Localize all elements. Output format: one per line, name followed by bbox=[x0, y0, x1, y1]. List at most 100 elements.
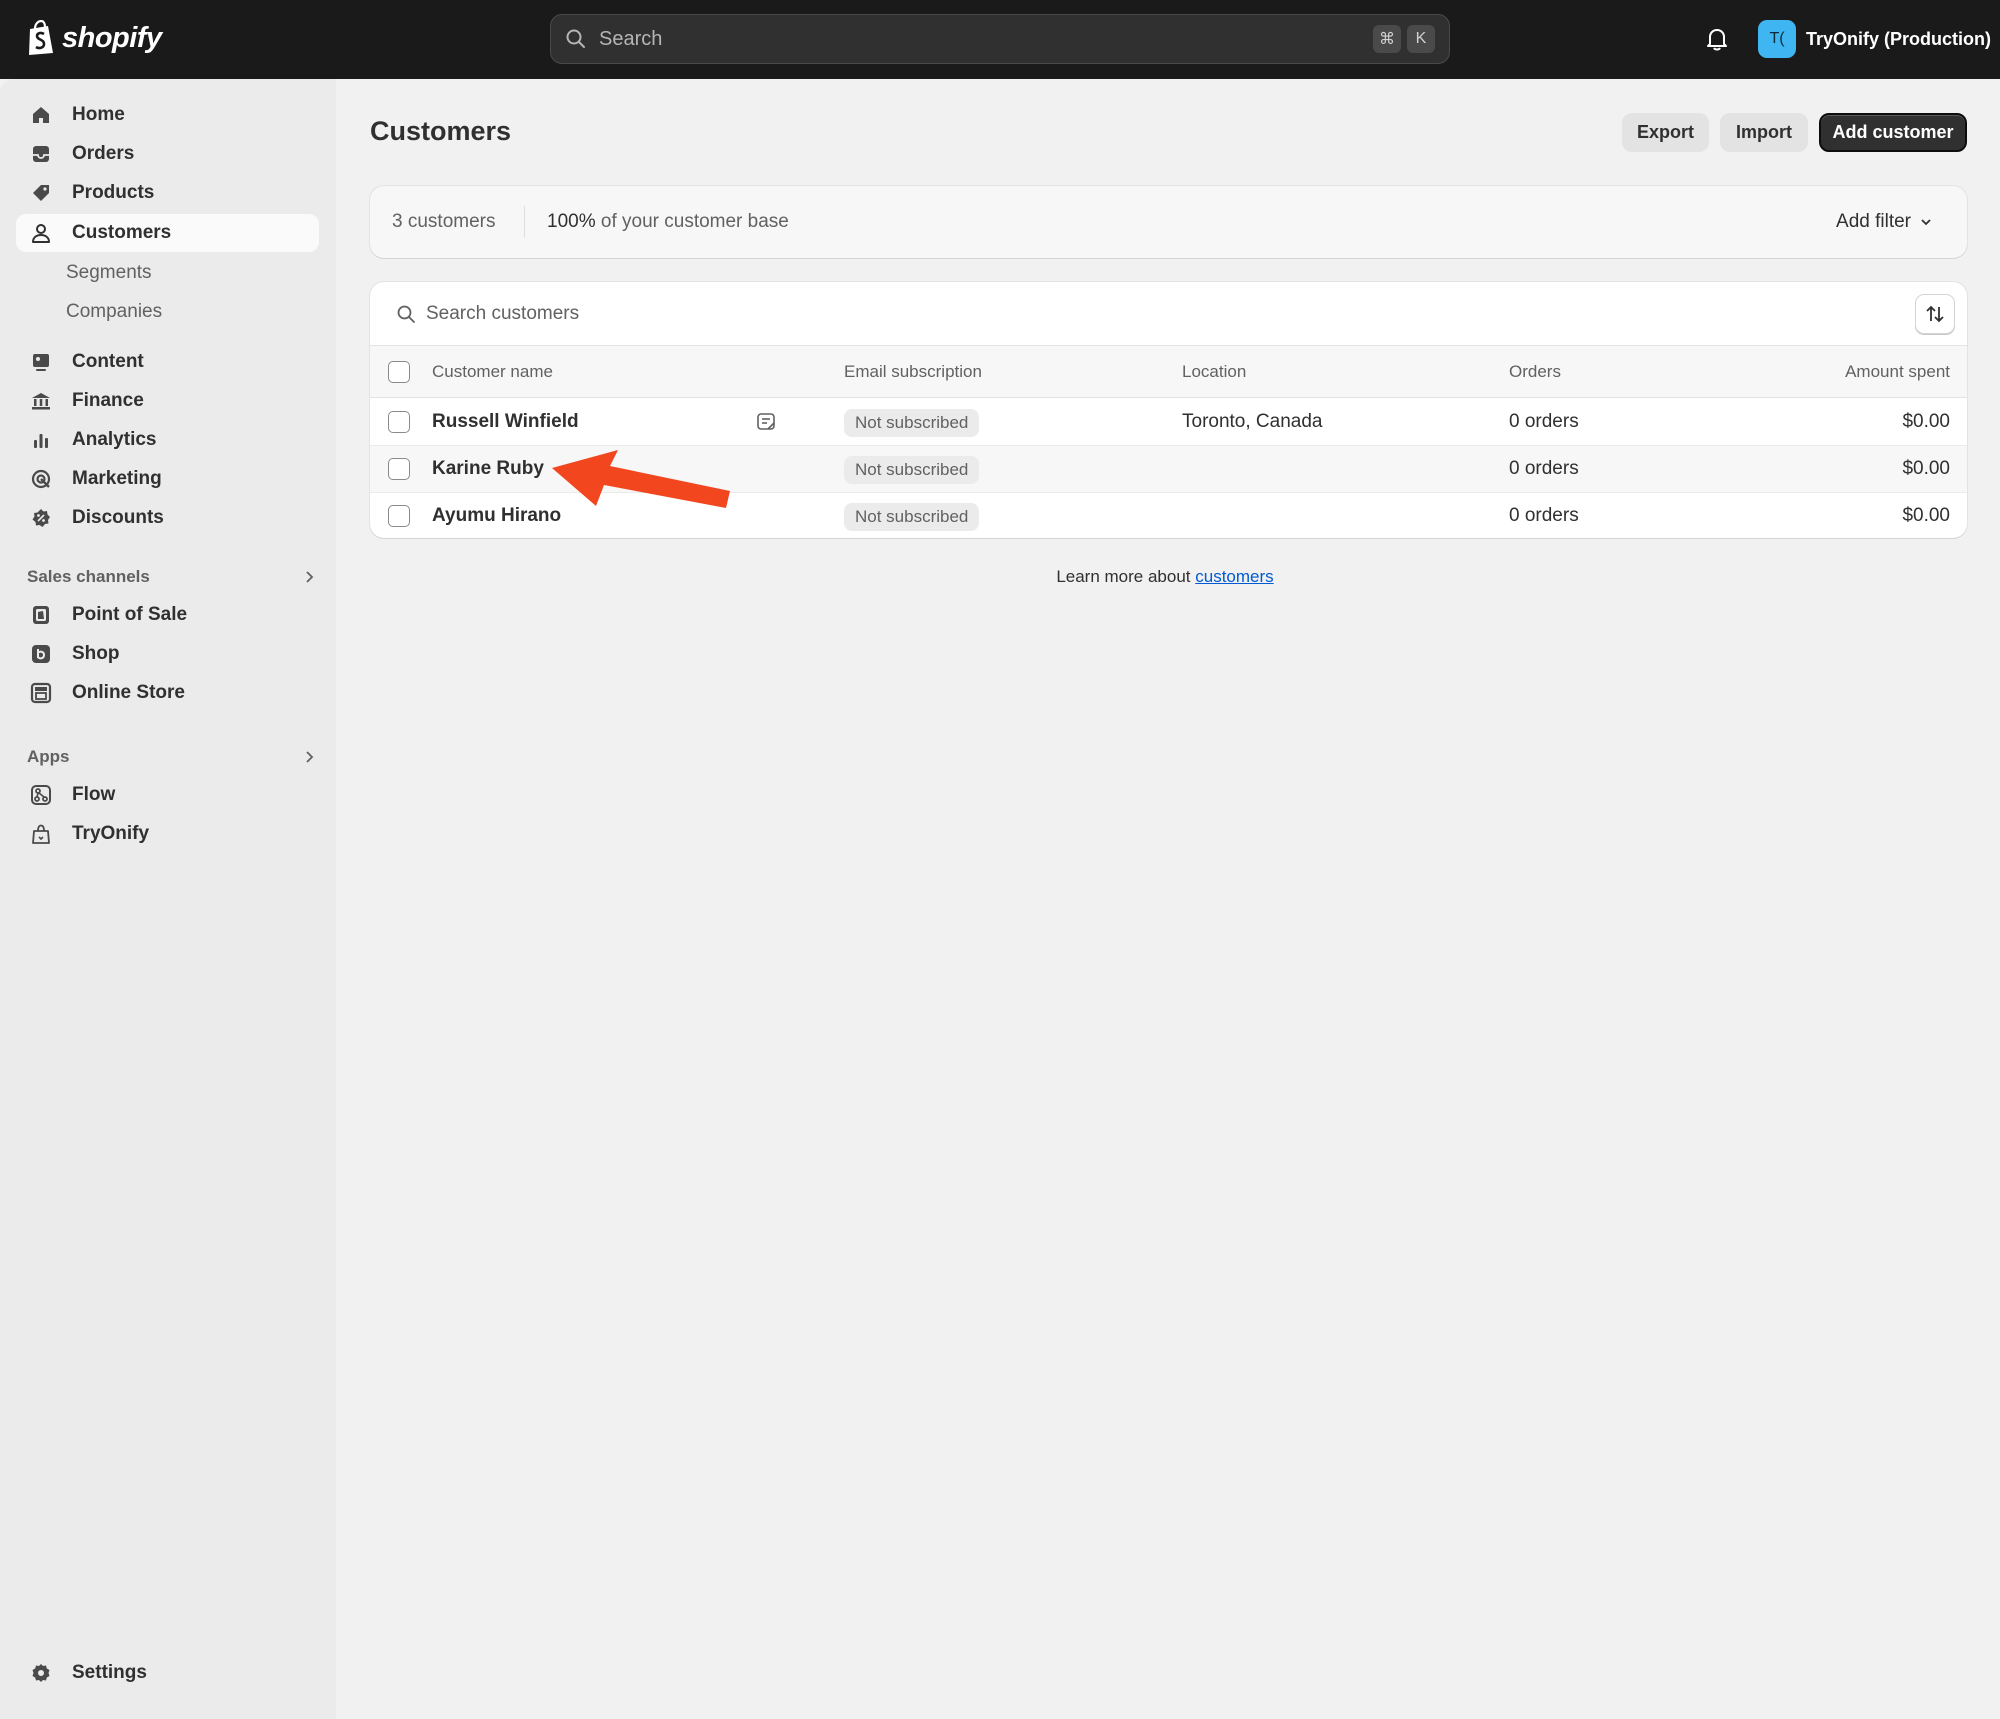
search-icon bbox=[397, 305, 415, 323]
learn-more-footer: Learn more about customers bbox=[0, 567, 2000, 587]
customer-summary-bar: 3 customers 100% of your customer base A… bbox=[370, 186, 1967, 258]
search-placeholder: Search bbox=[599, 27, 663, 50]
customer-base-percentage: 100% of your customer base bbox=[547, 211, 789, 233]
store-switcher[interactable]: T( TryOnify (Production) bbox=[1758, 20, 1991, 58]
sidebar-item-content[interactable]: Content bbox=[16, 343, 319, 381]
subscription-badge: Not subscribed bbox=[844, 409, 980, 437]
row-checkbox[interactable] bbox=[388, 505, 410, 527]
summary-divider bbox=[524, 206, 525, 238]
sidebar-item-flow[interactable]: Flow bbox=[16, 776, 319, 814]
sidebar-item-label: Orders bbox=[72, 143, 135, 164]
row-checkbox[interactable] bbox=[388, 411, 410, 433]
learn-more-text: Learn more about bbox=[1056, 567, 1191, 586]
sidebar-item-label: Products bbox=[72, 182, 155, 203]
tag-icon bbox=[33, 185, 49, 201]
sidebar-subitem-companies[interactable]: Companies bbox=[66, 301, 162, 323]
base-percent-value: 100% bbox=[547, 211, 596, 232]
add-filter-button[interactable]: Add filter bbox=[1836, 211, 1933, 233]
add-customer-button[interactable]: Add customer bbox=[1819, 113, 1967, 152]
search-icon bbox=[566, 29, 585, 48]
sidebar: Home Orders Products Customers Segments … bbox=[0, 79, 336, 1719]
top-bar: shopify Search ⌘ K T( TryOnify (Producti… bbox=[0, 0, 2000, 79]
column-customer-name: Customer name bbox=[432, 362, 553, 381]
note-icon bbox=[757, 413, 775, 430]
logo-text: shopify bbox=[62, 21, 162, 54]
discount-icon bbox=[32, 509, 50, 527]
shortcut-key-k: K bbox=[1407, 25, 1435, 53]
store-avatar: T( bbox=[1758, 20, 1796, 58]
sidebar-item-online-store[interactable]: Online Store bbox=[16, 674, 319, 712]
column-orders: Orders bbox=[1509, 362, 1561, 381]
notifications-bell-icon[interactable] bbox=[1704, 26, 1730, 52]
subscription-badge: Not subscribed bbox=[844, 503, 980, 531]
learn-more-text-wrapper: Learn more about customers bbox=[1056, 567, 1273, 586]
gear-icon bbox=[32, 1664, 50, 1682]
customer-name[interactable]: Ayumu Hirano bbox=[432, 505, 561, 527]
pos-icon bbox=[33, 606, 49, 624]
target-icon bbox=[31, 469, 51, 489]
select-all-checkbox[interactable] bbox=[388, 361, 410, 383]
bank-icon bbox=[32, 393, 50, 410]
customer-amount-spent: $0.00 bbox=[1902, 411, 1950, 432]
shopify-logo[interactable]: shopify bbox=[26, 20, 162, 56]
column-amount-spent: Amount spent bbox=[1845, 362, 1950, 381]
subscription-badge: Not subscribed bbox=[844, 456, 980, 484]
customer-location: Toronto, Canada bbox=[1182, 411, 1323, 432]
sidebar-item-label: Customers bbox=[72, 222, 172, 243]
sidebar-item-label: TryOnify bbox=[72, 823, 150, 844]
annotation-arrow-icon bbox=[552, 450, 730, 508]
sidebar-item-settings[interactable]: Settings bbox=[16, 1654, 319, 1692]
flow-icon bbox=[31, 785, 51, 805]
sidebar-item-shop[interactable]: Shop bbox=[16, 635, 319, 673]
sidebar-item-label: Marketing bbox=[72, 468, 162, 489]
shortcut-key-cmd: ⌘ bbox=[1373, 25, 1401, 53]
customer-orders: 0 orders bbox=[1509, 411, 1579, 432]
sidebar-item-analytics[interactable]: Analytics bbox=[16, 421, 319, 459]
sidebar-item-discounts[interactable]: Discounts bbox=[16, 499, 319, 537]
person-icon bbox=[32, 224, 50, 243]
table-header: Customer name Email subscription Locatio… bbox=[370, 346, 1967, 398]
import-button[interactable]: Import bbox=[1720, 113, 1808, 152]
sidebar-item-customers[interactable]: Customers bbox=[16, 214, 319, 252]
customer-count: 3 customers bbox=[392, 211, 496, 232]
sidebar-subitem-segments[interactable]: Segments bbox=[66, 262, 152, 284]
bar-chart-icon bbox=[34, 434, 48, 448]
customer-name[interactable]: Russell Winfield bbox=[432, 411, 579, 433]
chevron-right-icon bbox=[306, 751, 314, 763]
sidebar-item-label: Flow bbox=[72, 784, 116, 805]
bag-icon bbox=[32, 824, 50, 844]
sidebar-item-finance[interactable]: Finance bbox=[16, 382, 319, 420]
sidebar-item-label: Home bbox=[72, 104, 125, 125]
sidebar-item-label: Finance bbox=[72, 390, 144, 411]
row-checkbox[interactable] bbox=[388, 458, 410, 480]
store-name: TryOnify (Production) bbox=[1806, 28, 1992, 49]
sidebar-item-products[interactable]: Products bbox=[16, 174, 319, 212]
customers-help-link[interactable]: customers bbox=[1195, 567, 1273, 586]
home-icon bbox=[33, 107, 49, 123]
sidebar-item-marketing[interactable]: Marketing bbox=[16, 460, 319, 498]
apps-section[interactable]: Apps bbox=[27, 747, 317, 767]
customer-search-input[interactable]: Search customers bbox=[426, 303, 579, 325]
sidebar-item-point-of-sale[interactable]: Point of Sale bbox=[16, 596, 319, 634]
export-button[interactable]: Export bbox=[1622, 113, 1709, 152]
sidebar-item-label: Shop bbox=[72, 643, 120, 664]
customer-amount-spent: $0.00 bbox=[1902, 505, 1950, 526]
sort-button[interactable] bbox=[1915, 294, 1955, 334]
section-title: Apps bbox=[27, 747, 70, 766]
table-row[interactable]: Russell Winfield Not subscribed Toronto,… bbox=[370, 399, 1967, 446]
customer-amount-spent: $0.00 bbox=[1902, 458, 1950, 479]
sidebar-item-orders[interactable]: Orders bbox=[16, 135, 319, 173]
add-filter-label: Add filter bbox=[1836, 211, 1911, 232]
sidebar-item-label: Point of Sale bbox=[72, 604, 188, 625]
global-search-input[interactable]: Search ⌘ K bbox=[550, 14, 1450, 64]
sidebar-item-label: Settings bbox=[72, 1662, 147, 1683]
sort-arrows-icon bbox=[1926, 305, 1944, 323]
sidebar-item-tryonify[interactable]: TryOnify bbox=[16, 815, 319, 853]
customer-name[interactable]: Karine Ruby bbox=[432, 458, 544, 480]
customer-orders: 0 orders bbox=[1509, 505, 1579, 526]
shop-icon bbox=[32, 645, 50, 663]
chevron-down-icon bbox=[1921, 219, 1931, 226]
page-title: Customers bbox=[370, 116, 512, 146]
sidebar-item-home[interactable]: Home bbox=[16, 96, 319, 134]
store-icon bbox=[30, 682, 52, 704]
